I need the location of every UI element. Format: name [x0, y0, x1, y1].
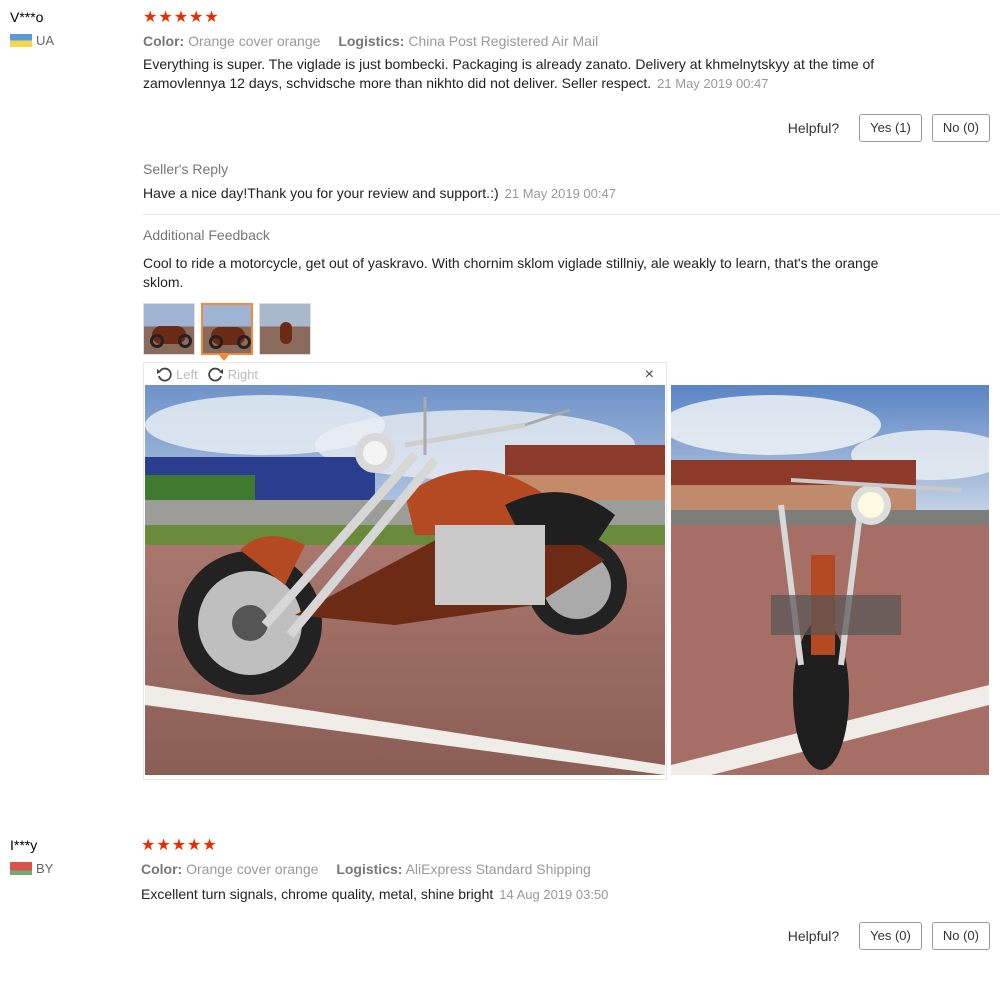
review-photo-main [145, 385, 665, 775]
star-rating: ★★★★★ [143, 9, 220, 26]
color-value: Orange cover orange [186, 861, 319, 877]
divider [143, 214, 1000, 215]
additional-feedback-text: Cool to ride a motorcycle, get out of ya… [143, 255, 879, 290]
country-code: BY [36, 861, 54, 876]
close-icon[interactable]: × [645, 366, 654, 384]
active-thumbnail-caret [219, 355, 229, 361]
helpful-label: Helpful? [787, 120, 840, 136]
rotate-right-label: Right [227, 366, 259, 382]
rotate-left-label: Left [176, 366, 198, 382]
reviewer-country: BY [10, 861, 53, 876]
rotate-right-button[interactable]: Right [208, 366, 258, 382]
review-date: 21 May 2019 00:47 [657, 76, 769, 91]
photo-viewer-toolbar: Left Right × [144, 363, 666, 385]
additional-feedback: Additional Feedback Cool to ride a motor… [143, 227, 1000, 292]
logistics-label: Logistics: [338, 33, 405, 49]
ukraine-flag-icon [10, 34, 32, 47]
belarus-flag-icon [10, 862, 32, 875]
reviewer-info: I***y BY [10, 837, 53, 876]
rotate-right-icon [208, 367, 223, 382]
reviewer-name: I***y [10, 837, 38, 853]
review-date: 14 Aug 2019 03:50 [499, 887, 609, 902]
star-rating: ★★★★★ [141, 837, 218, 854]
country-code: UA [36, 33, 55, 48]
color-value: Orange cover orange [188, 33, 321, 49]
rotate-left-icon [157, 367, 172, 382]
photo-thumbnails [143, 303, 317, 355]
seller-reply-text: Have a nice day!Thank you for your revie… [143, 184, 903, 203]
photo-thumbnail-active[interactable] [201, 303, 253, 355]
reviewer-info: V***o UA [10, 9, 54, 48]
review-meta: Color: Orange cover orange Logistics: Al… [141, 861, 998, 877]
review-content: ★★★★★ Color: Orange cover orange Logisti… [141, 837, 998, 904]
seller-reply-date: 21 May 2019 00:47 [504, 186, 616, 201]
review-text: Excellent turn signals, chrome quality, … [141, 885, 901, 904]
review-content: ★★★★★ Color: Orange cover orange Logisti… [143, 9, 1000, 93]
seller-reply-title: Seller's Reply [143, 161, 229, 177]
photo-thumbnail[interactable] [259, 303, 311, 355]
review-meta: Color: Orange cover orange Logistics: Ch… [143, 33, 1000, 49]
review-item: I***y BY ★★★★★ Color: Orange cover orang… [0, 828, 1000, 1000]
seller-reply: Seller's Reply Have a nice day!Thank you… [143, 161, 1000, 203]
review-item: V***o UA ★★★★★ Color: Orange cover orang… [0, 0, 1000, 800]
motorcycle-photo-front [671, 385, 989, 775]
additional-feedback-title: Additional Feedback [143, 227, 270, 243]
review-text: Everything is super. The viglade is just… [143, 55, 903, 93]
photo-thumbnail[interactable] [143, 303, 195, 355]
logistics-value: China Post Registered Air Mail [408, 33, 599, 49]
helpful-no-button[interactable]: No (0) [931, 922, 990, 950]
review-photo-secondary [671, 385, 989, 775]
review-body: Excellent turn signals, chrome quality, … [141, 886, 494, 902]
helpful-yes-button[interactable]: Yes (0) [859, 922, 922, 950]
logistics-value: AliExpress Standard Shipping [405, 861, 591, 877]
color-label: Color: [141, 861, 183, 877]
rotate-left-button[interactable]: Left [156, 366, 198, 382]
reviewer-name: V***o [10, 9, 44, 25]
reviewer-country: UA [10, 33, 54, 48]
helpful-no-button[interactable]: No (0) [931, 114, 990, 142]
motorcycle-photo-side [145, 385, 665, 775]
logistics-label: Logistics: [336, 861, 403, 877]
seller-reply-body: Have a nice day!Thank you for your revie… [143, 185, 499, 201]
helpful-label: Helpful? [787, 928, 840, 944]
helpful-yes-button[interactable]: Yes (1) [859, 114, 922, 142]
helpful-row: Helpful? Yes (1) No (0) [788, 114, 990, 142]
color-label: Color: [143, 33, 185, 49]
helpful-row: Helpful? Yes (0) No (0) [788, 922, 990, 950]
